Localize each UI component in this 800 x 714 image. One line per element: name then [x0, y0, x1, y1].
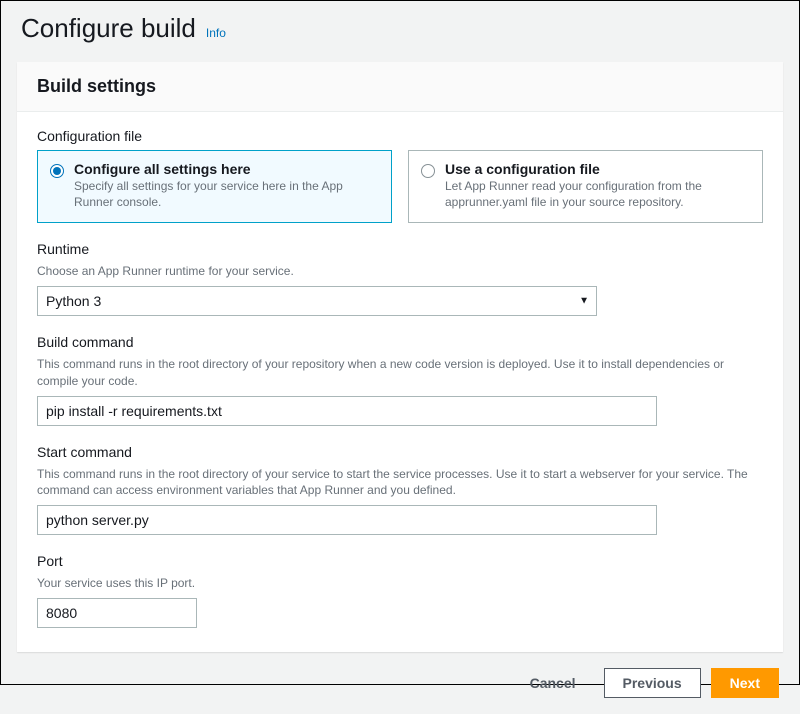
radio-configure-here[interactable]: Configure all settings here Specify all … — [37, 150, 392, 223]
build-command-label: Build command — [37, 334, 763, 350]
radio-icon — [421, 164, 435, 178]
previous-button[interactable]: Previous — [604, 668, 701, 698]
radio-icon — [50, 164, 64, 178]
configuration-file-label: Configuration file — [37, 128, 763, 144]
radio-use-config-file-title: Use a configuration file — [445, 161, 750, 177]
build-command-group: Build command This command runs in the r… — [37, 334, 763, 426]
page-header: Configure build Info — [1, 1, 799, 48]
configuration-file-group: Configuration file Configure all setting… — [37, 128, 763, 223]
build-command-desc: This command runs in the root directory … — [37, 356, 763, 390]
radio-configure-here-desc: Specify all settings for your service he… — [74, 179, 379, 210]
wizard-footer: Cancel Previous Next — [1, 652, 799, 714]
runtime-group: Runtime Choose an App Runner runtime for… — [37, 241, 763, 316]
panel-header: Build settings — [17, 62, 783, 112]
cancel-button[interactable]: Cancel — [512, 669, 594, 697]
next-button[interactable]: Next — [711, 668, 779, 698]
start-command-group: Start command This command runs in the r… — [37, 444, 763, 536]
port-desc: Your service uses this IP port. — [37, 575, 763, 592]
panel-title: Build settings — [37, 76, 763, 97]
start-command-label: Start command — [37, 444, 763, 460]
panel-body: Configuration file Configure all setting… — [17, 112, 783, 652]
info-link[interactable]: Info — [206, 26, 226, 40]
radio-use-config-file[interactable]: Use a configuration file Let App Runner … — [408, 150, 763, 223]
configuration-file-options: Configure all settings here Specify all … — [37, 150, 763, 223]
runtime-desc: Choose an App Runner runtime for your se… — [37, 263, 763, 280]
runtime-label: Runtime — [37, 241, 763, 257]
runtime-select[interactable]: Python 3 — [37, 286, 597, 316]
radio-configure-here-title: Configure all settings here — [74, 161, 379, 177]
page-title: Configure build — [21, 13, 196, 44]
build-settings-panel: Build settings Configuration file Config… — [17, 62, 783, 652]
start-command-input[interactable] — [37, 505, 657, 535]
port-input[interactable] — [37, 598, 197, 628]
radio-use-config-file-desc: Let App Runner read your configuration f… — [445, 179, 750, 210]
port-group: Port Your service uses this IP port. — [37, 553, 763, 628]
runtime-select-wrap: Python 3 ▼ — [37, 286, 597, 316]
start-command-desc: This command runs in the root directory … — [37, 466, 763, 500]
port-label: Port — [37, 553, 763, 569]
build-command-input[interactable] — [37, 396, 657, 426]
